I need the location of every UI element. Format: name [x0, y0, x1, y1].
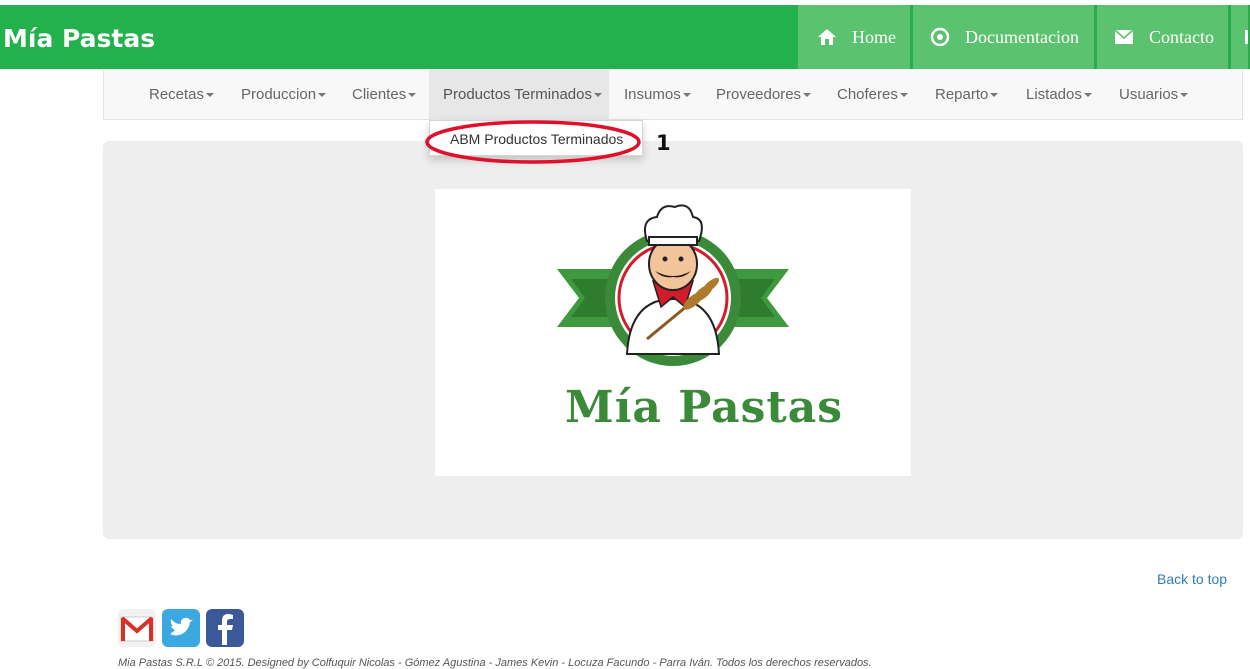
nav-reparto[interactable]: Reparto — [935, 70, 999, 120]
step-number-label: 1 — [656, 131, 671, 155]
caret-icon — [1083, 93, 1092, 98]
dropdown-item-abm-productos[interactable]: ABM Productos Terminados — [450, 131, 623, 147]
documentacion-label: Documentacion — [965, 26, 1079, 47]
company-logo: Mía Pastas — [435, 189, 911, 476]
nav-recetas[interactable]: Recetas — [149, 70, 215, 120]
nav-productos-terminados[interactable]: Productos Terminados — [429, 70, 609, 120]
twitter-icon[interactable] — [162, 609, 200, 647]
footer-copyright: Mia Pastas S.R.L © 2015. Designed by Col… — [118, 657, 872, 669]
caret-icon — [408, 93, 417, 98]
caret-icon — [990, 93, 999, 98]
extra-nav-icon — [1245, 30, 1248, 44]
home-icon — [816, 26, 838, 48]
nav-insumos[interactable]: Insumos — [624, 70, 691, 120]
top-header: Mía Pastas Home Documentacion Contacto — [0, 5, 1250, 69]
logo-text: Mía Pastas — [565, 382, 844, 433]
nav-produccion[interactable]: Produccion — [241, 70, 327, 120]
nav-choferes[interactable]: Choferes — [837, 70, 908, 120]
contacto-button[interactable]: Contacto — [1097, 5, 1230, 69]
home-button[interactable]: Home — [798, 5, 912, 69]
registered-icon — [929, 26, 951, 48]
home-label: Home — [852, 26, 896, 47]
nav-usuarios[interactable]: Usuarios — [1119, 70, 1189, 120]
caret-icon — [593, 93, 602, 98]
caret-icon — [899, 93, 908, 98]
nav-listados[interactable]: Listados — [1026, 70, 1092, 120]
extra-nav-button[interactable] — [1231, 5, 1250, 69]
main-navbar: Recetas Produccion Clientes Productos Te… — [103, 70, 1243, 120]
nav-clientes[interactable]: Clientes — [352, 70, 417, 120]
brand-title[interactable]: Mía Pastas — [3, 24, 155, 53]
facebook-icon[interactable] — [206, 609, 244, 647]
productos-dropdown-menu: ABM Productos Terminados — [429, 120, 643, 156]
contacto-label: Contacto — [1149, 26, 1214, 47]
caret-icon — [318, 93, 327, 98]
caret-icon — [1180, 93, 1189, 98]
envelope-icon — [1113, 26, 1135, 48]
caret-icon — [803, 93, 812, 98]
caret-icon — [206, 93, 215, 98]
caret-icon — [682, 93, 691, 98]
nav-proveedores[interactable]: Proveedores — [716, 70, 812, 120]
documentacion-button[interactable]: Documentacion — [913, 5, 1096, 69]
gmail-icon[interactable] — [118, 609, 156, 647]
back-to-top-link[interactable]: Back to top — [1157, 571, 1227, 587]
